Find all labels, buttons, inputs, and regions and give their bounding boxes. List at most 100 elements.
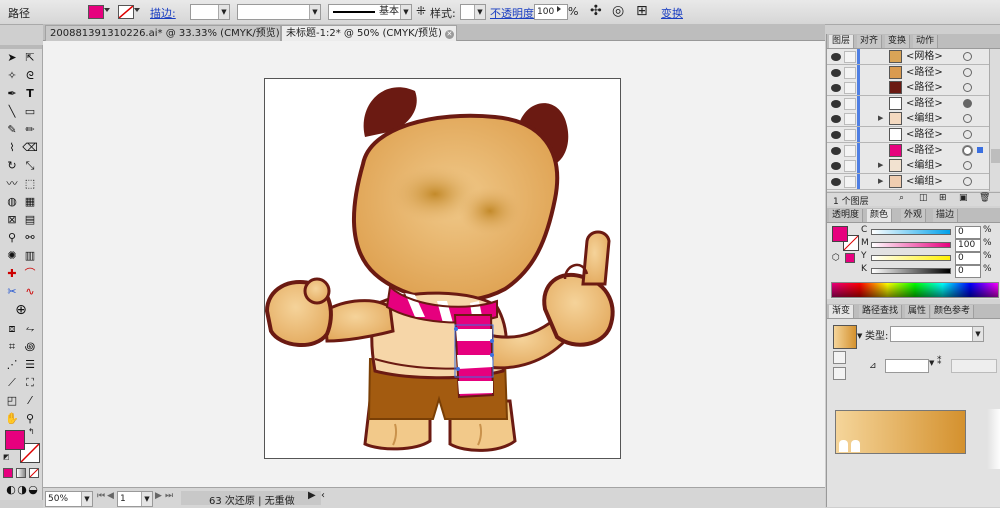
aspect-ratio-input[interactable] — [951, 359, 997, 373]
layers-scrollbar[interactable] — [989, 49, 1000, 191]
fill-color-swatch[interactable] — [88, 5, 104, 19]
stroke-dropdown-icon[interactable] — [134, 8, 140, 12]
lock-toggle[interactable] — [844, 82, 856, 95]
tab-transform[interactable]: 变换 — [885, 35, 911, 48]
none-mode-icon[interactable] — [29, 468, 39, 478]
gradient-stop-left[interactable] — [839, 440, 848, 452]
globe-icon[interactable]: ◎ — [612, 3, 624, 19]
color-fill-box[interactable] — [832, 226, 848, 242]
type-tool-icon[interactable]: T — [22, 86, 38, 102]
new-sublayer-icon[interactable]: ⊞ — [939, 193, 947, 203]
channel-value-input[interactable]: 0 — [955, 226, 981, 239]
tab-align[interactable]: 对齐 — [857, 35, 883, 48]
column-graph-tool-icon[interactable]: ▥ — [22, 248, 38, 264]
first-page-icon[interactable]: ⏮ — [97, 491, 105, 501]
last-page-icon[interactable]: ⏭ — [165, 491, 173, 501]
paintbrush-tool-icon[interactable]: ✎ — [4, 122, 20, 138]
direct-selection-tool-icon[interactable]: ⇱ — [22, 50, 38, 66]
stroke-label[interactable]: 描边: — [150, 5, 176, 21]
tab-gradient[interactable]: 渐变 — [829, 305, 855, 318]
channel-value-input[interactable]: 100 — [955, 239, 981, 252]
eye-icon[interactable] — [831, 146, 841, 155]
layer-row[interactable]: ▶ <编组> — [827, 158, 989, 175]
channel-slider[interactable] — [871, 242, 951, 248]
warp-tool-icon[interactable]: 〰 — [4, 176, 20, 192]
live-paint-tool-icon[interactable]: ⛶ — [22, 375, 38, 391]
magic-wand-tool-icon[interactable]: ✧ — [4, 68, 20, 84]
tab-color-guide[interactable]: 颜色参考 — [931, 305, 975, 318]
blend-tool-icon[interactable]: ⚯ — [22, 230, 38, 246]
stroke-gradient-option[interactable] — [833, 351, 846, 364]
eye-icon[interactable] — [831, 68, 841, 77]
measure-tool-icon[interactable]: ⟋ — [4, 375, 20, 391]
opacity-label[interactable]: 不透明度: — [490, 5, 538, 21]
target-circle-icon[interactable] — [963, 130, 972, 139]
tab-actions[interactable]: 动作 — [913, 35, 939, 48]
status-menu-icon[interactable]: ▶ — [308, 490, 316, 501]
eye-icon[interactable] — [831, 162, 841, 171]
stroke-weight-select[interactable]: ▼ — [190, 4, 230, 20]
channel-value-input[interactable]: 0 — [955, 252, 981, 265]
lock-toggle[interactable] — [844, 129, 856, 141]
tab-layers[interactable]: 图层 — [829, 35, 855, 48]
scissors-tool-icon[interactable]: ✂ — [4, 284, 20, 300]
convert-anchor-point-tool-icon[interactable]: ⌒ — [22, 266, 38, 282]
fill-color-box[interactable] — [5, 430, 25, 450]
lock-toggle[interactable] — [844, 51, 856, 63]
swap-fill-stroke-icon[interactable]: ↰ — [28, 427, 35, 436]
lock-toggle[interactable] — [844, 175, 856, 188]
lock-toggle[interactable] — [844, 160, 856, 173]
gradient-dropdown-icon[interactable]: ▼ — [857, 332, 862, 340]
tab-attributes[interactable]: 属性 — [905, 305, 931, 318]
rotate-tool-icon[interactable]: ↻ — [4, 158, 20, 174]
line-tool-icon[interactable]: ╲ — [4, 104, 20, 120]
eye-icon[interactable] — [831, 131, 841, 139]
layer-row[interactable]: <路径> — [827, 95, 989, 112]
eye-icon[interactable] — [831, 115, 841, 124]
lock-toggle[interactable] — [844, 97, 856, 110]
pencil-tool-icon[interactable]: ✏ — [22, 122, 38, 138]
channel-slider[interactable] — [871, 255, 951, 261]
canvas-area[interactable] — [43, 41, 825, 501]
new-layer-icon[interactable]: ▣ — [959, 193, 968, 203]
tab-pathfinder[interactable]: 路径查找 — [859, 305, 903, 318]
fill-dropdown-icon[interactable] — [104, 8, 110, 12]
close-icon[interactable]: ✕ — [444, 30, 454, 39]
gradient-angle-input[interactable] — [885, 359, 929, 373]
tab-document-2[interactable]: 未标题-1:2* @ 50% (CMYK/预览) ✕ — [281, 25, 457, 41]
color-spectrum-bar[interactable] — [831, 282, 999, 298]
artboard[interactable] — [264, 78, 621, 459]
scroll-left-icon[interactable]: ‹ — [321, 490, 325, 501]
eye-icon[interactable] — [831, 53, 841, 61]
zoom-select[interactable]: 50% ▼ — [45, 491, 93, 507]
shape-builder-tool-icon[interactable]: ◍ — [4, 194, 20, 210]
tab-document-1[interactable]: 200881391310226.ai* @ 33.33% (CMYK/预览)✕ — [45, 25, 292, 41]
default-colors-icon[interactable]: ◩ — [3, 453, 10, 461]
symbol-sprayer-tool-icon[interactable]: ✺ — [4, 248, 20, 264]
target-circle-icon[interactable] — [963, 161, 972, 171]
lock-toggle[interactable] — [844, 144, 856, 157]
layer-row[interactable]: <网格> — [827, 49, 989, 65]
channel-slider[interactable] — [871, 229, 951, 235]
prev-page-icon[interactable]: ◀ — [107, 491, 114, 501]
hand-tool-icon[interactable]: ✋ — [4, 411, 20, 427]
trash-icon[interactable]: 🗑 — [979, 193, 990, 203]
color-mode-icon[interactable] — [3, 468, 13, 478]
smooth-tool-icon[interactable]: ∿ — [22, 284, 38, 300]
layer-row[interactable]: ▶ <编组> — [827, 111, 989, 128]
style-options-icon[interactable]: ⁜ — [416, 4, 426, 18]
gradient-stop-mid[interactable] — [851, 440, 860, 452]
gradient-type-select[interactable]: ▼ — [890, 326, 984, 342]
next-page-icon[interactable]: ▶ — [155, 491, 162, 501]
free-transform-tool-icon[interactable]: ⬚ — [22, 176, 38, 192]
eraser-tool-icon[interactable]: ⌫ — [22, 140, 38, 156]
tab-transparency[interactable]: 透明度 — [829, 209, 864, 222]
layer-row[interactable]: <路径> — [827, 142, 989, 159]
expand-arrow-icon[interactable]: ▶ — [878, 158, 883, 173]
bar-graph-tool-icon[interactable]: ☰ — [22, 357, 38, 373]
make-clip-mask-icon[interactable]: ◫ — [919, 193, 928, 203]
width-tool-icon[interactable]: ⥊ — [22, 321, 38, 337]
transform-link[interactable]: 变换 — [661, 5, 683, 21]
mesh-tool-icon[interactable]: ⊠ — [4, 212, 20, 228]
graphic-style-select[interactable]: ▼ — [460, 4, 486, 20]
